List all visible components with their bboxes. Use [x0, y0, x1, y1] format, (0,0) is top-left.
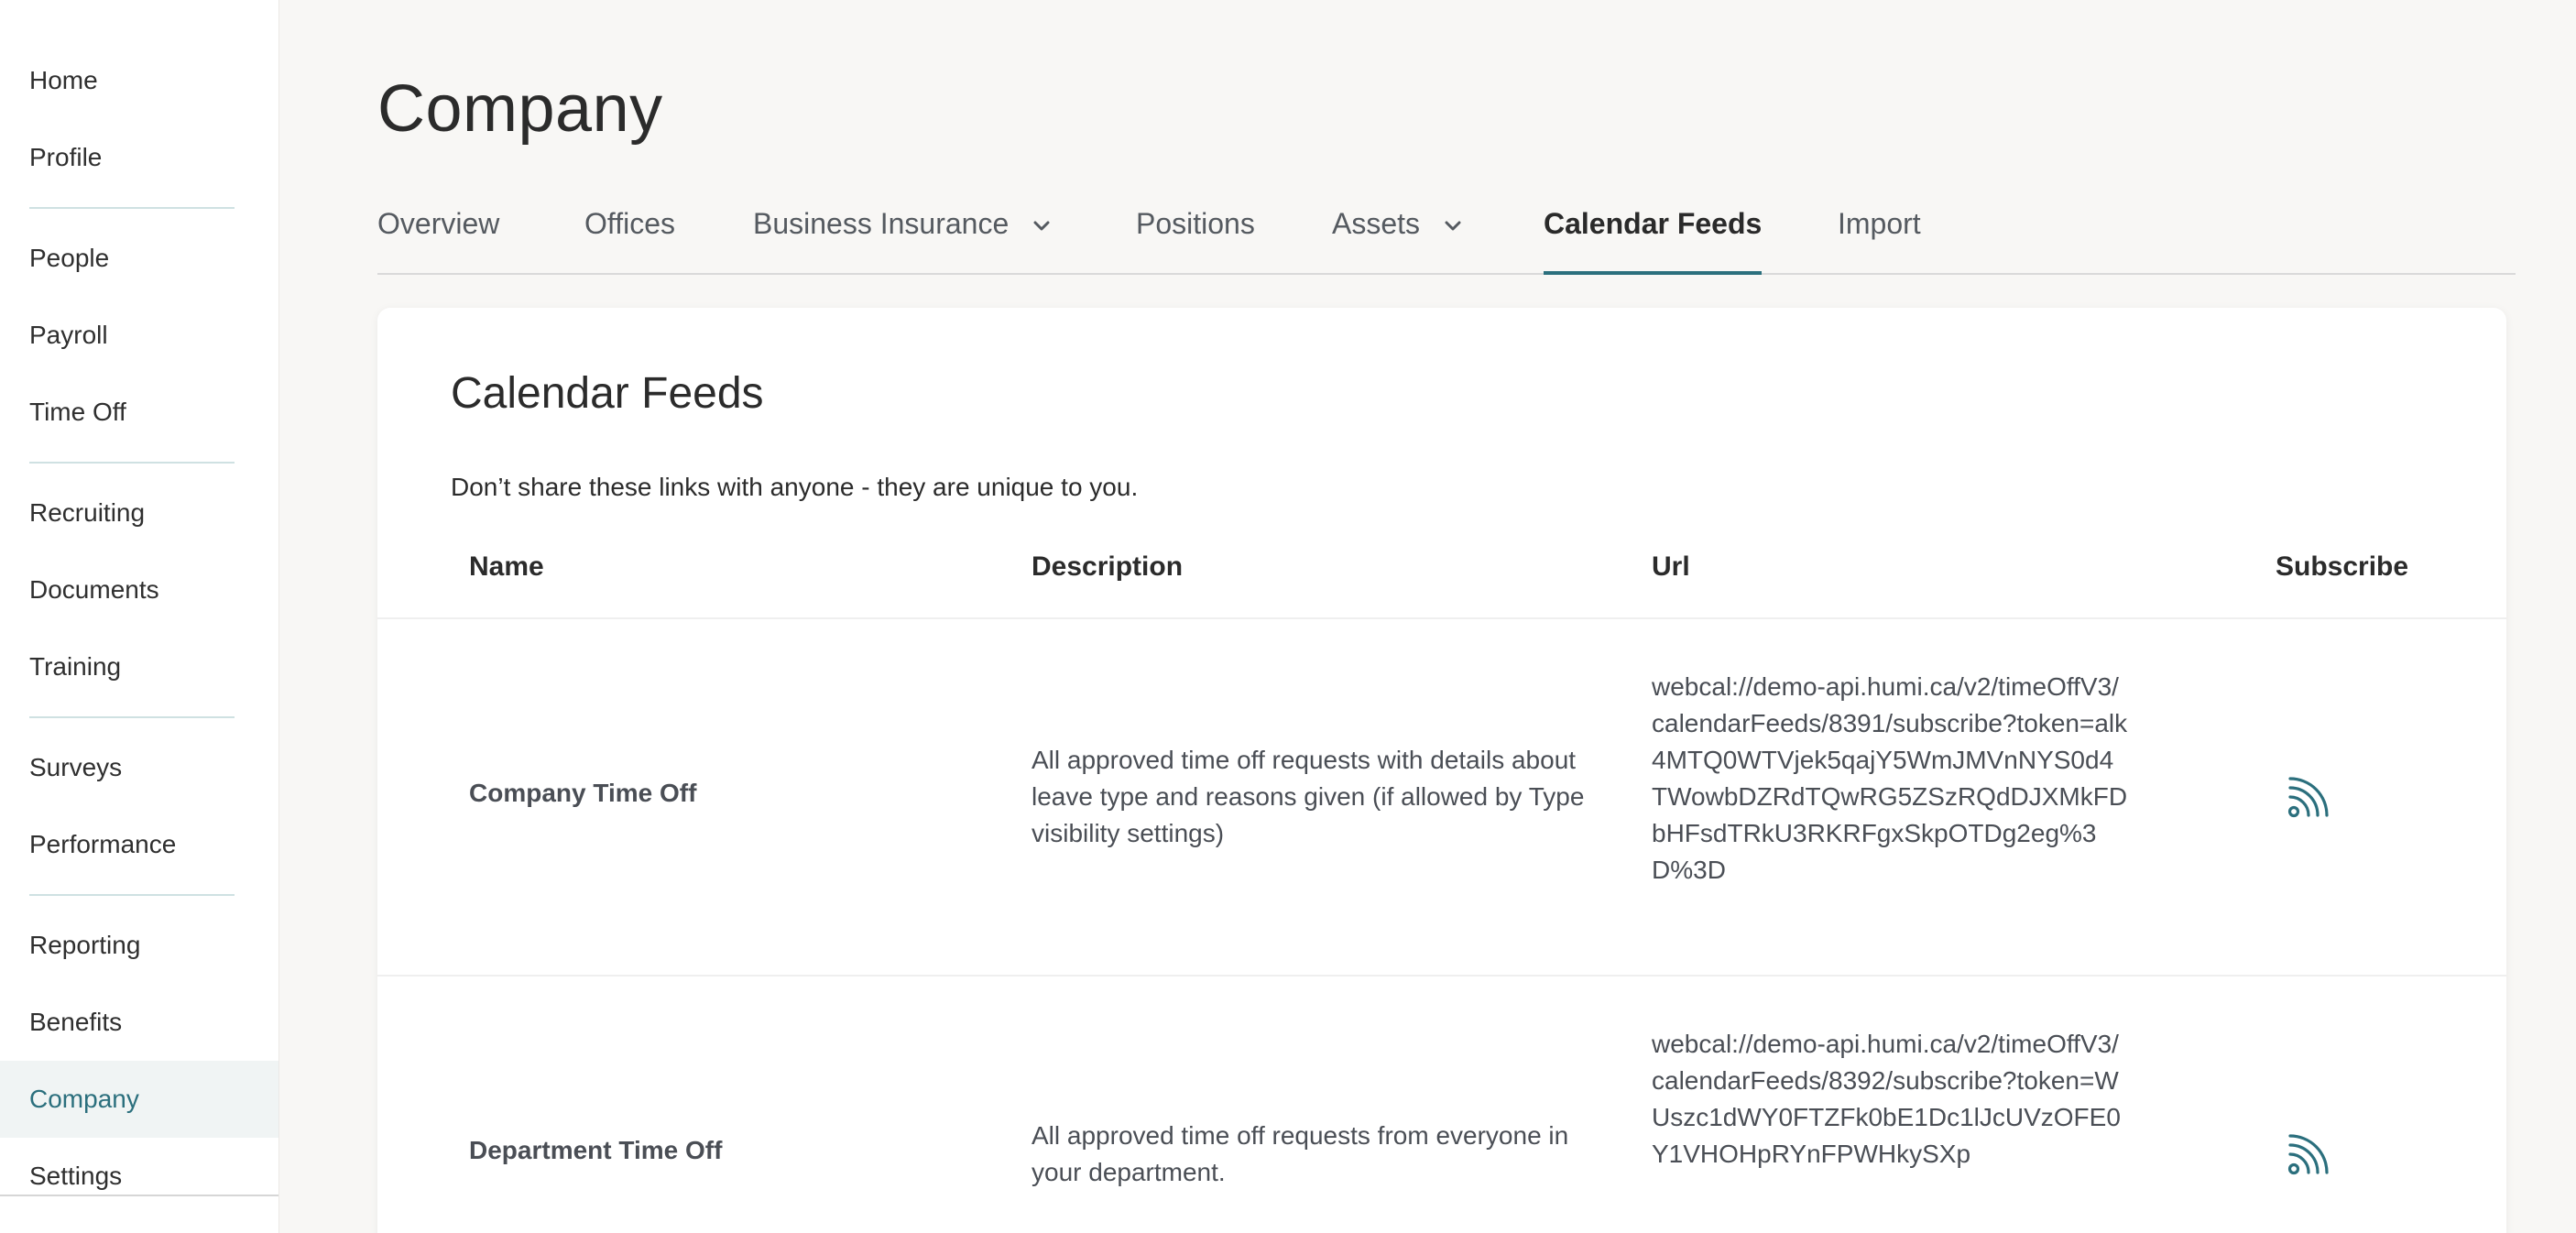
main-content: Company Overview Offices Business Insura… — [279, 0, 2576, 1233]
table-row: Company Time Off All approved time off r… — [377, 619, 2506, 977]
tab-label: Assets — [1332, 207, 1421, 240]
sidebar-item-performance[interactable]: Performance — [0, 806, 278, 883]
tab-label: Calendar Feeds — [1544, 207, 1763, 240]
feed-url[interactable]: webcal://demo-api.humi.ca/v2/timeOffV3/c… — [1652, 669, 2128, 889]
tab-business-insurance[interactable]: Business Insurance — [753, 207, 1050, 273]
column-header-url: Url — [1652, 551, 1690, 582]
sidebar-bottom-divider — [0, 1195, 278, 1196]
rss-feed-icon[interactable] — [2285, 769, 2336, 821]
privacy-note: Don’t share these links with anyone - th… — [451, 473, 1139, 501]
tab-calendar-feeds[interactable]: Calendar Feeds — [1544, 207, 1763, 275]
tab-label: Offices — [584, 207, 675, 240]
sidebar-item-company[interactable]: Company — [0, 1061, 278, 1138]
sidebar-item-time-off[interactable]: Time Off — [0, 374, 278, 451]
card-title: Calendar Feeds — [451, 369, 764, 418]
tab-bar: Overview Offices Business Insurance Posi… — [377, 183, 2516, 275]
table-row: Department Time Off All approved time of… — [377, 977, 2506, 1233]
calendar-feeds-card: Calendar Feeds Don’t share these links w… — [377, 308, 2506, 1233]
sidebar-item-benefits[interactable]: Benefits — [0, 984, 278, 1061]
column-header-description: Description — [1031, 551, 1184, 582]
sidebar-item-settings[interactable]: Settings — [0, 1138, 278, 1215]
column-header-name: Name — [469, 551, 544, 582]
tab-label: Import — [1838, 207, 1921, 240]
tab-label: Business Insurance — [753, 207, 1010, 240]
sidebar-item-home[interactable]: Home — [0, 42, 278, 119]
sidebar-item-recruiting[interactable]: Recruiting — [0, 475, 278, 551]
sidebar: Home Profile People Payroll Time Off Rec… — [0, 0, 279, 1233]
app: Home Profile People Payroll Time Off Rec… — [0, 0, 2576, 1233]
tab-overview[interactable]: Overview — [377, 207, 499, 273]
sidebar-item-profile[interactable]: Profile — [0, 119, 278, 196]
sidebar-item-payroll[interactable]: Payroll — [0, 297, 278, 374]
page-title: Company — [377, 72, 663, 146]
tab-assets[interactable]: Assets — [1332, 207, 1461, 273]
sidebar-item-surveys[interactable]: Surveys — [0, 729, 278, 806]
tab-positions[interactable]: Positions — [1136, 207, 1255, 273]
tab-import[interactable]: Import — [1838, 207, 1921, 273]
feed-description: All approved time off requests with deta… — [1031, 746, 1585, 847]
sidebar-item-people[interactable]: People — [0, 220, 278, 297]
feed-name: Company Time Off — [469, 779, 697, 807]
sidebar-item-documents[interactable]: Documents — [0, 551, 278, 628]
rss-feed-icon[interactable] — [2285, 1127, 2336, 1178]
column-header-subscribe: Subscribe — [2276, 551, 2409, 582]
tab-label: Overview — [377, 207, 500, 240]
chevron-down-icon — [1445, 205, 1461, 239]
table-header: Name Description Url Subscribe — [377, 517, 2506, 619]
sidebar-item-reporting[interactable]: Reporting — [0, 907, 278, 984]
sidebar-item-training[interactable]: Training — [0, 628, 278, 705]
chevron-down-icon — [1033, 205, 1050, 239]
tab-label: Positions — [1136, 207, 1255, 240]
feed-name: Department Time Off — [469, 1136, 723, 1164]
feed-description: All approved time off requests from ever… — [1031, 1121, 1569, 1186]
feed-url[interactable]: webcal://demo-api.humi.ca/v2/timeOffV3/c… — [1652, 1026, 2128, 1173]
tab-offices[interactable]: Offices — [584, 207, 675, 273]
